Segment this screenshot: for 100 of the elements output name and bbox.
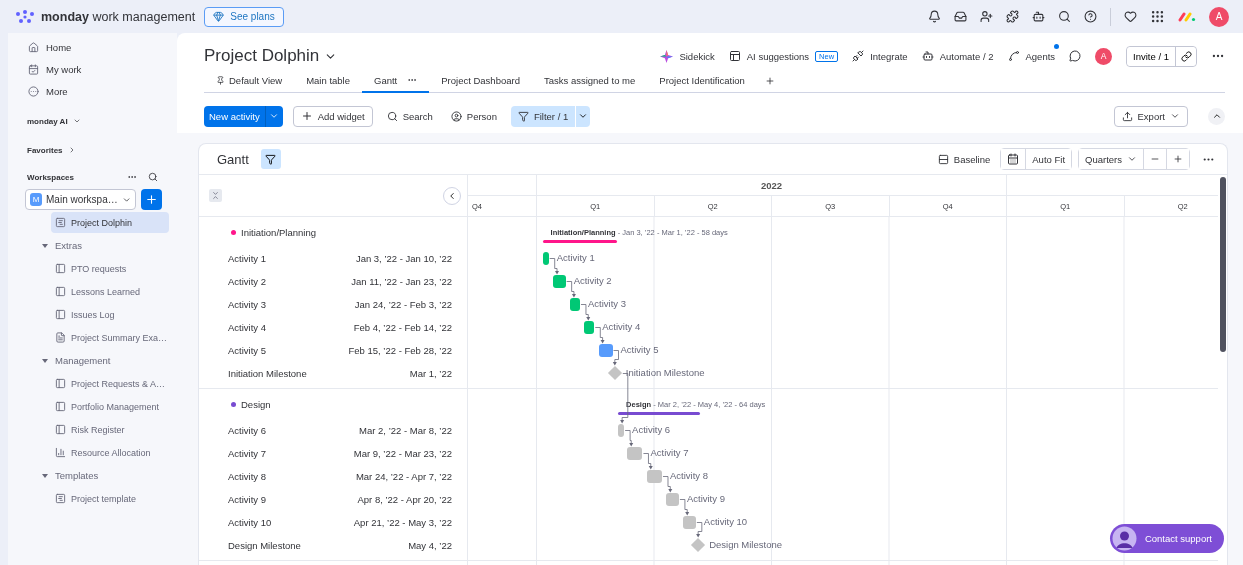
task-bar[interactable]	[542, 252, 549, 265]
user-avatar[interactable]: A	[1209, 6, 1229, 27]
view-tab[interactable]: Project Identification	[647, 69, 757, 93]
person-filter-button[interactable]: Person	[446, 105, 501, 127]
view-tab[interactable]: Default View	[204, 69, 295, 93]
invite-user-icon[interactable]	[980, 10, 993, 23]
view-tab[interactable]: Project Dashboard	[429, 69, 532, 93]
item-name: Activity 2	[228, 276, 266, 287]
ai-section-label[interactable]: monday AI	[8, 114, 177, 128]
task-bar[interactable]	[569, 298, 580, 311]
filter-icon	[265, 153, 277, 165]
dependency-arrow	[624, 430, 634, 447]
toolbar-action[interactable]: Sidekick	[660, 49, 715, 63]
robot-icon[interactable]	[1032, 10, 1045, 23]
board-item[interactable]: Portfolio Management	[51, 396, 169, 417]
calendar-button[interactable]	[1001, 149, 1027, 169]
add-view-icon[interactable]	[764, 75, 775, 86]
toolbar-action[interactable]: Automate / 2	[921, 50, 994, 62]
chevron-up-icon	[1211, 111, 1222, 121]
board-item[interactable]: Project Requests & A…	[51, 373, 169, 394]
help-icon[interactable]	[1084, 10, 1097, 23]
item-name: Initiation Milestone	[228, 368, 307, 379]
task-bar[interactable]	[584, 321, 595, 334]
inbox-icon[interactable]	[954, 10, 967, 23]
item-name: Design Milestone	[228, 540, 301, 551]
filter-button[interactable]: Filter / 1	[510, 105, 576, 127]
puzzle-icon[interactable]	[1006, 10, 1019, 23]
nav-item[interactable]: More	[8, 80, 177, 102]
collapse-header-button[interactable]	[1208, 107, 1225, 125]
search-icon[interactable]	[1058, 10, 1071, 23]
item-name: Activity 9	[228, 494, 266, 505]
new-activity-button[interactable]: New activity	[204, 105, 265, 127]
board-item[interactable]: Issues Log	[51, 304, 169, 325]
view-tab[interactable]: Gantt	[362, 69, 430, 93]
export-button[interactable]: Export	[1113, 105, 1188, 127]
baseline-button[interactable]: Baseline	[933, 148, 995, 170]
bell-icon[interactable]	[928, 10, 941, 23]
item-name: Activity 6	[228, 425, 266, 436]
group-timeline-bar[interactable]	[618, 412, 701, 415]
group-name[interactable]: Initiation/Planning	[241, 226, 316, 238]
calendar-check-icon	[28, 63, 39, 75]
robot-icon	[921, 50, 934, 62]
collapse-all-button[interactable]	[209, 189, 222, 202]
board-icon	[55, 493, 66, 504]
board-icon	[55, 217, 66, 228]
see-plans-button[interactable]: See plans	[204, 6, 284, 27]
view-tab[interactable]: Tasks assigned to me	[531, 69, 648, 93]
view-tab[interactable]: Main table	[294, 69, 362, 93]
board-icon	[55, 263, 66, 274]
toolbar-action[interactable]: Integrate	[852, 50, 908, 62]
chevron-down-icon	[72, 117, 81, 125]
pin-icon	[216, 75, 225, 85]
item-dates: Jan 11, ’22 - Jan 23, ’22	[351, 276, 452, 287]
task-label: Activity 8	[670, 470, 708, 481]
gantt-filter-button[interactable]	[260, 149, 281, 169]
board-item[interactable]: Project Dolphin	[51, 212, 169, 233]
toolbar-action[interactable]: Agents	[1007, 50, 1056, 62]
board-title: Project Dolphin	[204, 46, 320, 66]
nav-item[interactable]: My work	[8, 58, 177, 80]
folder-item[interactable]: Management	[42, 350, 177, 371]
user-avatar[interactable]: A	[1095, 47, 1113, 65]
board-item[interactable]: Risk Register	[51, 419, 169, 440]
board-item[interactable]: Resource Allocation	[51, 442, 169, 463]
board-item[interactable]: Project Summary Exa…	[51, 327, 169, 348]
task-label: Activity 3	[587, 298, 626, 309]
board-item[interactable]: PTO requests	[51, 258, 169, 279]
product-name: monday work management	[41, 9, 196, 24]
link-icon	[1180, 50, 1192, 62]
task-bar[interactable]	[598, 344, 613, 357]
plus-icon	[300, 110, 313, 122]
item-dates: May 4, ’22	[408, 540, 452, 551]
chevron-down-icon	[269, 111, 280, 121]
gantt-title: Gantt	[217, 151, 249, 167]
folder-item[interactable]: Extras	[42, 235, 177, 256]
workspace-select[interactable]: M Main workspa…	[25, 189, 136, 210]
board-item[interactable]: Lessons Learned	[51, 281, 169, 302]
search-button[interactable]: Search	[382, 105, 437, 127]
favorites-label[interactable]: Favorites	[8, 143, 177, 157]
add-widget-button[interactable]: Add widget	[292, 105, 373, 127]
invite-button[interactable]: Invite / 1	[1127, 46, 1176, 66]
heart-icon[interactable]	[1124, 10, 1137, 23]
folder-item[interactable]: Templates	[42, 465, 177, 486]
apps-grid-icon[interactable]	[1150, 9, 1165, 24]
board-icon	[55, 424, 66, 435]
scrollbar-thumb[interactable]	[1219, 177, 1226, 352]
brand-mark-icon[interactable]	[1178, 11, 1196, 22]
add-button[interactable]	[141, 189, 162, 210]
comment-icon[interactable]	[1069, 50, 1082, 62]
board-item[interactable]: Project template	[51, 488, 169, 509]
item-dates: Mar 1, ’22	[409, 368, 452, 379]
nav-item[interactable]: Home	[8, 36, 177, 58]
logo-icon[interactable]	[15, 9, 35, 24]
item-dates: Feb 15, ’22 - Feb 28, ’22	[348, 345, 452, 356]
task-label: Activity 6	[632, 424, 671, 435]
sparkle-icon	[660, 49, 674, 63]
group-name[interactable]: Design	[241, 398, 271, 410]
dependency-arrow	[566, 281, 576, 298]
scale-select[interactable]: Quarters	[1079, 149, 1144, 169]
search-icon[interactable]	[148, 172, 158, 182]
contact-support-button[interactable]: Contact support	[1109, 524, 1224, 553]
